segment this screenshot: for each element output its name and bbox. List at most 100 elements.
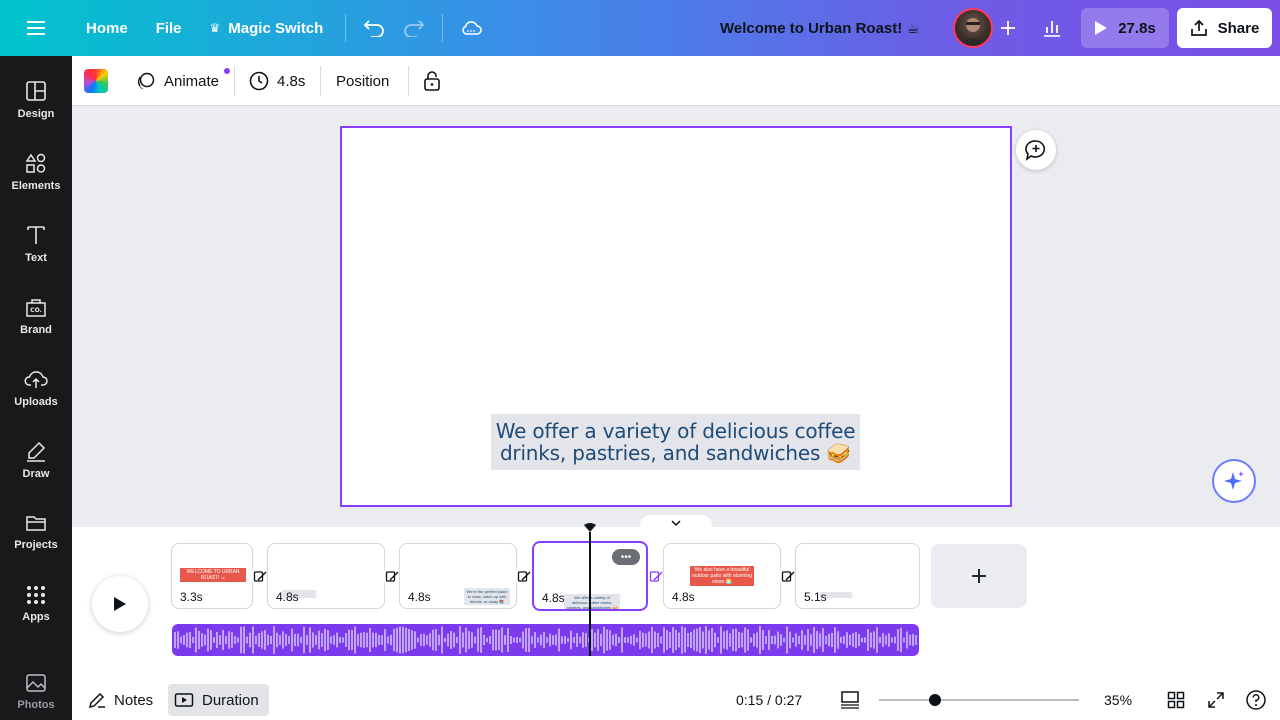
waveform-bar bbox=[807, 629, 809, 651]
caption-text[interactable]: We offer a variety of delicious coffee d… bbox=[491, 414, 860, 470]
waveform-bar bbox=[702, 631, 704, 649]
menu-button[interactable] bbox=[0, 0, 72, 56]
waveform-bar bbox=[708, 630, 710, 650]
color-picker-button[interactable] bbox=[84, 69, 108, 93]
waveform-bar bbox=[576, 633, 578, 647]
timeline-clip[interactable]: WELCOME TO URBAN ROAST! ☕ 3.3s bbox=[171, 543, 253, 609]
transition-button[interactable] bbox=[384, 568, 400, 584]
animate-icon bbox=[137, 72, 155, 90]
waveform-bar bbox=[768, 629, 770, 651]
transition-button[interactable] bbox=[516, 568, 532, 584]
waveform-bar bbox=[717, 637, 719, 643]
waveform-bar bbox=[471, 632, 473, 648]
playhead[interactable] bbox=[589, 532, 591, 656]
playhead-handle[interactable] bbox=[583, 522, 597, 532]
sidebar-item-projects[interactable]: Projects bbox=[0, 502, 72, 562]
chevron-down-icon bbox=[671, 520, 681, 526]
position-button[interactable]: Position bbox=[336, 56, 389, 106]
sidebar-item-uploads[interactable]: Uploads bbox=[0, 358, 72, 418]
magic-switch-button[interactable]: ♛ Magic Switch bbox=[196, 9, 338, 47]
waveform-bar bbox=[795, 633, 797, 647]
zoom-slider-handle[interactable] bbox=[929, 694, 941, 706]
insights-button[interactable] bbox=[1032, 8, 1072, 48]
sidebar-item-design[interactable]: Design bbox=[0, 70, 72, 130]
waveform-bar bbox=[351, 630, 353, 650]
timeline-clip[interactable]: We're the perfect place to relax, catch … bbox=[399, 543, 517, 609]
timeline-clip[interactable]: We also have a beautiful outdoor patio w… bbox=[663, 543, 781, 609]
add-comment-button[interactable] bbox=[1016, 130, 1056, 170]
waveform-bar bbox=[408, 629, 410, 651]
audio-track[interactable] bbox=[172, 624, 919, 656]
timeline-clip[interactable]: 4.8s bbox=[267, 543, 385, 609]
sidebar-item-elements[interactable]: Elements bbox=[0, 142, 72, 202]
waveform-bar bbox=[306, 635, 308, 645]
sidebar-item-draw[interactable]: Draw bbox=[0, 430, 72, 490]
waveform-bar bbox=[255, 635, 257, 645]
clip-duration: 4.8s bbox=[276, 590, 299, 604]
sidebar-item-label: Uploads bbox=[14, 396, 58, 408]
sidebar-item-label: Brand bbox=[20, 324, 52, 336]
collapse-timeline-button[interactable] bbox=[640, 515, 712, 531]
sidebar-item-brand[interactable]: CO. Brand bbox=[0, 286, 72, 346]
share-label: Share bbox=[1217, 19, 1260, 37]
help-button[interactable] bbox=[1244, 688, 1268, 712]
notes-button[interactable]: Notes bbox=[82, 684, 159, 716]
zoom-level[interactable]: 35% bbox=[1104, 684, 1132, 716]
magic-assistant-button[interactable] bbox=[1212, 459, 1256, 503]
cloud-save-button[interactable] bbox=[451, 8, 491, 48]
sidebar-item-text[interactable]: Text bbox=[0, 214, 72, 274]
grid-view-button[interactable] bbox=[1164, 688, 1188, 712]
waveform-bar bbox=[258, 632, 260, 648]
sidebar-item-label: Elements bbox=[11, 180, 61, 192]
waveform-bar bbox=[786, 626, 788, 654]
timeline-clip[interactable]: 5.1s bbox=[795, 543, 920, 609]
waveform-bar bbox=[252, 626, 254, 654]
waveform-bar bbox=[837, 631, 839, 649]
page-view-button[interactable] bbox=[838, 688, 862, 712]
document-title[interactable]: Welcome to Urban Roast! ☕ bbox=[720, 0, 920, 56]
redo-button[interactable] bbox=[394, 8, 434, 48]
waveform-bar bbox=[192, 637, 194, 643]
sidebar-item-label: Design bbox=[17, 108, 55, 120]
waveform-bar bbox=[687, 633, 689, 647]
waveform-bar bbox=[249, 632, 251, 648]
waveform-bar bbox=[444, 637, 446, 643]
waveform-bar bbox=[543, 632, 545, 648]
share-button[interactable]: Share bbox=[1177, 8, 1272, 48]
transition-button[interactable] bbox=[648, 568, 664, 584]
lock-icon bbox=[424, 71, 440, 91]
transition-button[interactable] bbox=[780, 568, 796, 584]
waveform-bar bbox=[819, 633, 821, 647]
add-collaborator-button[interactable] bbox=[994, 14, 1022, 42]
waveform-bar bbox=[267, 634, 269, 646]
animate-button[interactable]: Animate bbox=[136, 56, 230, 106]
sidebar-item-apps[interactable]: Apps bbox=[0, 574, 72, 634]
waveform-bar bbox=[534, 632, 536, 648]
waveform-bar bbox=[492, 629, 494, 651]
waveform-bar bbox=[618, 637, 620, 643]
sidebar-item-photos[interactable]: Photos bbox=[0, 662, 72, 720]
duration-toggle[interactable]: Duration bbox=[168, 684, 269, 716]
duration-button[interactable]: 4.8s bbox=[249, 56, 305, 106]
sidebar-item-label: Photos bbox=[17, 699, 55, 711]
transition-icon bbox=[781, 571, 795, 582]
undo-button[interactable] bbox=[354, 8, 394, 48]
add-page-button[interactable] bbox=[931, 544, 1027, 608]
clip-more-button[interactable]: ••• bbox=[612, 549, 640, 565]
fullscreen-button[interactable] bbox=[1204, 688, 1228, 712]
file-menu[interactable]: File bbox=[142, 9, 196, 47]
lock-button[interactable] bbox=[423, 56, 441, 106]
present-button[interactable]: 27.8s bbox=[1081, 8, 1169, 48]
zoom-slider[interactable] bbox=[879, 699, 1079, 701]
home-button[interactable]: Home bbox=[72, 9, 142, 47]
waveform-bar bbox=[309, 627, 311, 653]
waveform-bar bbox=[591, 628, 593, 652]
divider bbox=[345, 14, 347, 42]
waveform-bar bbox=[600, 633, 602, 647]
waveform-bar bbox=[822, 628, 824, 652]
waveform-bar bbox=[732, 628, 734, 652]
play-button[interactable] bbox=[92, 576, 148, 632]
avatar[interactable] bbox=[953, 8, 993, 48]
transition-button[interactable] bbox=[252, 568, 268, 584]
waveform-bar bbox=[432, 629, 434, 651]
